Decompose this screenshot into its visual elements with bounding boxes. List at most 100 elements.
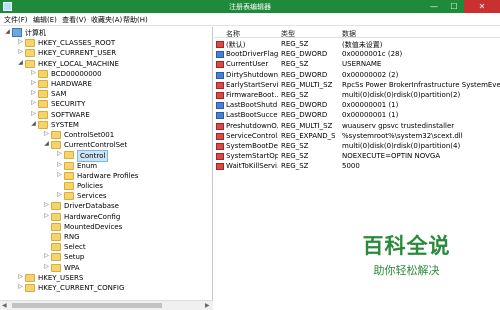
tree-node-label[interactable]: RNG bbox=[64, 232, 80, 242]
collapsed-arrow-icon[interactable]: ▷ bbox=[56, 191, 63, 198]
value-type: REG_EXPAND_SZ bbox=[281, 131, 335, 140]
registry-value-row[interactable]: WaitToKillServi... REG_SZ 5000 bbox=[214, 161, 500, 172]
collapsed-arrow-icon[interactable]: ▷ bbox=[30, 89, 37, 96]
tree-node[interactable]: ◢ CurrentControlSet bbox=[0, 140, 212, 150]
scroll-left-icon[interactable]: ◀ bbox=[2, 302, 7, 309]
tree-node-label[interactable]: HKEY_CLASSES_ROOT bbox=[38, 38, 115, 48]
tree-node-label[interactable]: Enum bbox=[77, 161, 97, 171]
expanded-arrow-icon[interactable]: ◢ bbox=[4, 28, 11, 35]
collapsed-arrow-icon[interactable]: ▷ bbox=[43, 263, 50, 270]
scroll-right-icon[interactable]: ▶ bbox=[205, 302, 210, 309]
tree-node[interactable]: ▷ SAM bbox=[0, 89, 212, 99]
tree-node[interactable]: ▷ WPA bbox=[0, 263, 212, 273]
expanded-arrow-icon[interactable]: ◢ bbox=[43, 140, 50, 147]
tree-node-label[interactable]: Policies bbox=[77, 181, 103, 191]
tree-node[interactable]: ▷ Services bbox=[0, 191, 212, 201]
collapsed-arrow-icon[interactable]: ▷ bbox=[56, 150, 63, 157]
menu-view[interactable]: 查看(V) bbox=[62, 15, 86, 25]
tree-node-label[interactable]: HARDWARE bbox=[51, 79, 92, 89]
collapsed-arrow-icon[interactable]: ▷ bbox=[17, 38, 24, 45]
value-type: REG_MULTI_SZ bbox=[281, 80, 333, 89]
tree-node-label[interactable]: SYSTEM bbox=[51, 120, 79, 130]
tree-node-label[interactable]: MountedDevices bbox=[64, 222, 122, 232]
collapsed-arrow-icon[interactable]: ▷ bbox=[30, 79, 37, 86]
menu-favorites[interactable]: 收藏夹(A) bbox=[91, 15, 122, 25]
tree-node-label[interactable]: HKEY_USERS bbox=[38, 273, 83, 283]
tree-node[interactable]: ▷ Setup bbox=[0, 252, 212, 262]
tree-node[interactable]: ▷ SOFTWARE bbox=[0, 110, 212, 120]
tree-node[interactable]: ▷ SECURITY bbox=[0, 99, 212, 109]
folder-icon bbox=[51, 233, 61, 241]
tree-node[interactable]: ▷ HARDWARE bbox=[0, 79, 212, 89]
minimize-button[interactable]: — bbox=[424, 0, 444, 13]
tree-node[interactable]: ▷ BCD00000000 bbox=[0, 69, 212, 79]
tree-node[interactable]: Select bbox=[0, 242, 212, 252]
registry-tree[interactable]: ◢ 计算机 ▷ HKEY_CLASSES_ROOT ▷ HKEY_CURRENT_USER… bbox=[0, 27, 213, 310]
folder-icon bbox=[64, 151, 74, 160]
collapsed-arrow-icon[interactable]: ▷ bbox=[30, 99, 37, 106]
expanded-arrow-icon[interactable]: ◢ bbox=[30, 120, 37, 127]
collapsed-arrow-icon[interactable]: ▷ bbox=[17, 48, 24, 55]
tree-node-label[interactable]: HKEY_CURRENT_USER bbox=[38, 48, 116, 58]
collapsed-arrow-icon[interactable]: ▷ bbox=[17, 273, 24, 280]
tree-node-label[interactable]: SOFTWARE bbox=[51, 110, 90, 120]
tree-node[interactable]: ▷ Enum bbox=[0, 161, 212, 171]
column-data-header[interactable]: 数据 bbox=[342, 29, 356, 39]
tree-node-label[interactable]: 计算机 bbox=[25, 28, 46, 38]
close-button[interactable]: ✕ bbox=[464, 0, 500, 13]
folder-icon bbox=[38, 80, 48, 88]
menu-help[interactable]: 帮助(H) bbox=[123, 15, 148, 25]
tree-node[interactable]: ▷ HKEY_USERS bbox=[0, 273, 212, 283]
collapsed-arrow-icon[interactable]: ▷ bbox=[43, 130, 50, 137]
tree-node-label[interactable]: Select bbox=[64, 242, 86, 252]
tree-node[interactable]: ▷ HKEY_CURRENT_USER bbox=[0, 48, 212, 58]
value-type: REG_SZ bbox=[281, 40, 309, 48]
scrollbar-thumb[interactable] bbox=[12, 303, 162, 308]
collapsed-arrow-icon[interactable]: ▷ bbox=[56, 161, 63, 168]
tree-node[interactable]: ◢ SYSTEM bbox=[0, 120, 212, 130]
collapsed-arrow-icon[interactable]: ▷ bbox=[30, 110, 37, 117]
tree-node-label[interactable]: Hardware Profiles bbox=[77, 171, 138, 181]
tree-horizontal-scrollbar[interactable]: ◀ ▶ bbox=[0, 300, 213, 310]
folder-icon bbox=[51, 212, 61, 221]
expanded-arrow-icon[interactable]: ◢ bbox=[17, 59, 24, 66]
value-name: PreshutdownO... bbox=[226, 121, 278, 130]
tree-node[interactable]: ▷ DriverDatabase bbox=[0, 201, 212, 211]
string-value-icon bbox=[216, 61, 224, 69]
tree-node[interactable]: ▷ HKEY_CLASSES_ROOT bbox=[0, 38, 212, 48]
tree-node[interactable]: ▷ Hardware Profiles bbox=[0, 171, 212, 181]
tree-node[interactable]: Policies bbox=[0, 181, 212, 191]
tree-node[interactable]: ▷ Control bbox=[0, 150, 212, 163]
collapsed-arrow-icon[interactable]: ▷ bbox=[30, 69, 37, 76]
tree-node[interactable]: ▷ HKEY_CURRENT_CONFIG bbox=[0, 283, 212, 293]
tree-node[interactable]: ◢ 计算机 bbox=[0, 28, 212, 38]
tree-node[interactable]: MountedDevices bbox=[0, 222, 212, 232]
tree-node[interactable]: RNG bbox=[0, 232, 212, 242]
tree-node-label[interactable]: DriverDatabase bbox=[64, 201, 119, 211]
tree-node[interactable]: ▷ ControlSet001 bbox=[0, 130, 212, 140]
menu-edit[interactable]: 编辑(E) bbox=[33, 15, 57, 25]
tree-node-label[interactable]: BCD00000000 bbox=[51, 69, 102, 79]
tree-node-label[interactable]: HKEY_LOCAL_MACHINE bbox=[38, 59, 119, 69]
tree-node-label[interactable]: SAM bbox=[51, 89, 66, 99]
collapsed-arrow-icon[interactable]: ▷ bbox=[56, 171, 63, 178]
tree-node-label[interactable]: Setup bbox=[64, 252, 84, 262]
column-type-header[interactable]: 类型 bbox=[281, 29, 295, 39]
tree-node-label[interactable]: HardwareConfig bbox=[64, 212, 120, 222]
collapsed-arrow-icon[interactable]: ▷ bbox=[43, 201, 50, 208]
collapsed-arrow-icon[interactable]: ▷ bbox=[43, 252, 50, 259]
tree-node-label[interactable]: CurrentControlSet bbox=[64, 140, 127, 150]
maximize-button[interactable]: ☐ bbox=[444, 0, 464, 13]
tree-node[interactable]: ◢ HKEY_LOCAL_MACHINE bbox=[0, 59, 212, 69]
tree-node-label[interactable]: ControlSet001 bbox=[64, 130, 114, 140]
tree-node-label[interactable]: SECURITY bbox=[51, 99, 85, 109]
collapsed-arrow-icon[interactable]: ▷ bbox=[43, 212, 50, 219]
tree-node-label[interactable]: HKEY_CURRENT_CONFIG bbox=[38, 283, 124, 293]
column-name-header[interactable]: 名称 bbox=[226, 29, 240, 39]
tree-node[interactable]: ▷ HardwareConfig bbox=[0, 212, 212, 222]
tree-node-label[interactable]: Services bbox=[77, 191, 107, 201]
binary-value-icon bbox=[216, 51, 224, 59]
tree-node-label[interactable]: WPA bbox=[64, 263, 79, 273]
menu-file[interactable]: 文件(F) bbox=[4, 15, 28, 25]
collapsed-arrow-icon[interactable]: ▷ bbox=[17, 283, 24, 290]
